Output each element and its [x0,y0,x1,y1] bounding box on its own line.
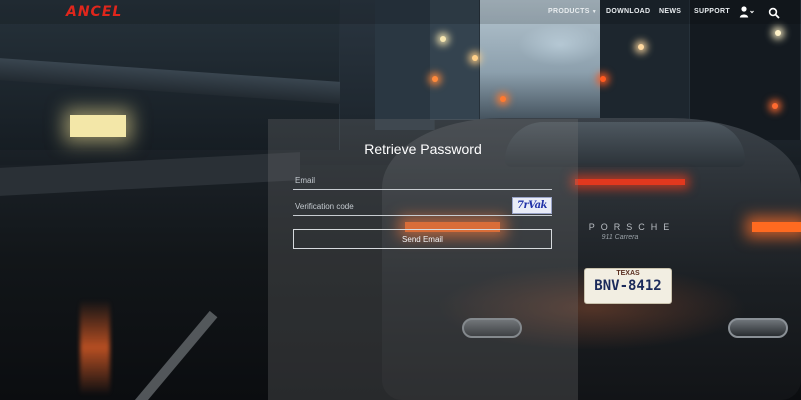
street-light [440,36,446,42]
chevron-down-icon: ▼ [591,9,597,15]
user-icon[interactable] [739,5,755,19]
top-navbar: ANCEL PRODUCTS ▼ DOWNLOAD NEWS SUPPORT [0,0,801,24]
street-light [775,30,781,36]
street-light [432,76,438,82]
form-panel [268,119,578,400]
page-title: Retrieve Password [364,141,482,157]
brand-logo-text: ANCEL [66,4,123,20]
street-light [638,44,644,50]
nav-news[interactable]: NEWS [659,8,681,15]
nav-download[interactable]: DOWNLOAD [606,8,650,15]
car-exhaust [728,318,788,338]
brand-logo[interactable]: ANCEL [66,4,122,20]
nav-support[interactable]: SUPPORT [694,8,730,15]
car-tail-light-right [752,222,801,232]
plate-state: TEXAS [616,270,640,277]
street-light [500,96,506,102]
street-light [772,103,778,109]
captcha-image[interactable]: 7rVak [512,197,552,214]
shop-light [70,115,126,137]
email-field[interactable] [293,172,552,190]
user-icon-graphic [739,6,754,18]
nav-products-label: PRODUCTS [548,8,590,15]
search-icon[interactable] [768,6,780,19]
street-light [600,76,606,82]
nav-products[interactable]: PRODUCTS ▼ [548,8,597,15]
license-plate: TEXAS BNV-8412 [584,268,672,304]
car-model-lettering: 911 Carrera [601,234,639,241]
send-email-button[interactable]: Send Email [293,229,552,249]
light-reflection [80,300,110,395]
car-tail-light-strip [575,179,685,185]
plate-number: BNV-8412 [594,278,662,294]
search-icon-graphic [768,7,780,19]
street-light [472,55,478,61]
